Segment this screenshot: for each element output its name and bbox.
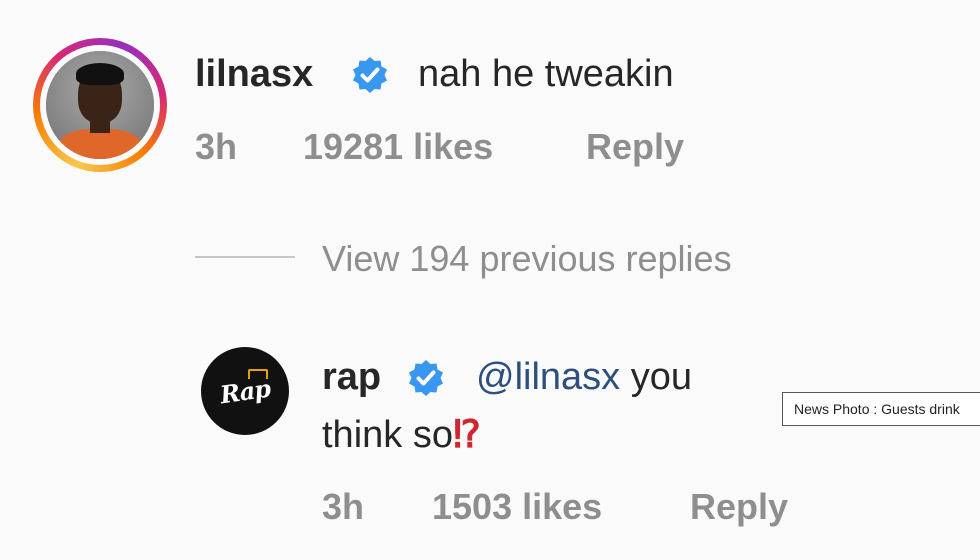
comment2-text-part1: you: [620, 356, 692, 398]
avatar-photo: [46, 51, 154, 159]
comment2-reply-button[interactable]: Reply: [690, 486, 788, 528]
comment1-text: nah he tweakin: [418, 53, 674, 95]
comment2-mention[interactable]: @lilnasx: [476, 356, 620, 398]
comment2-line1: rap: [322, 355, 381, 399]
avatar-rap[interactable]: Rap: [201, 347, 289, 435]
comment1-username[interactable]: lilnasx: [195, 53, 313, 95]
comment1-reply-button[interactable]: Reply: [586, 126, 684, 168]
view-previous-replies-button[interactable]: View 194 previous replies: [322, 238, 732, 280]
thread-divider: [195, 256, 295, 258]
comment1-time: 3h: [195, 126, 238, 167]
comment2-text-line1: @lilnasx you: [476, 355, 692, 399]
exclamation-question-emoji: ⁉: [452, 414, 481, 456]
verified-badge-icon: [409, 360, 443, 396]
comment2-likes[interactable]: 1503 likes: [432, 486, 602, 528]
rap-logo: Rap: [218, 373, 272, 410]
comment2-text-line2: think so⁉: [322, 413, 481, 457]
avatar-lilnasx[interactable]: [33, 38, 167, 172]
comment2-username[interactable]: rap: [322, 356, 381, 398]
comment1-likes[interactable]: 19281 likes: [303, 126, 493, 168]
comment1-line: lilnasx: [195, 52, 313, 96]
verified-badge-icon: [353, 57, 387, 93]
news-photo-caption: News Photo : Guests drink: [782, 392, 980, 426]
comment2-text-part2: think so: [322, 414, 453, 456]
comment2-time: 3h: [322, 486, 365, 527]
